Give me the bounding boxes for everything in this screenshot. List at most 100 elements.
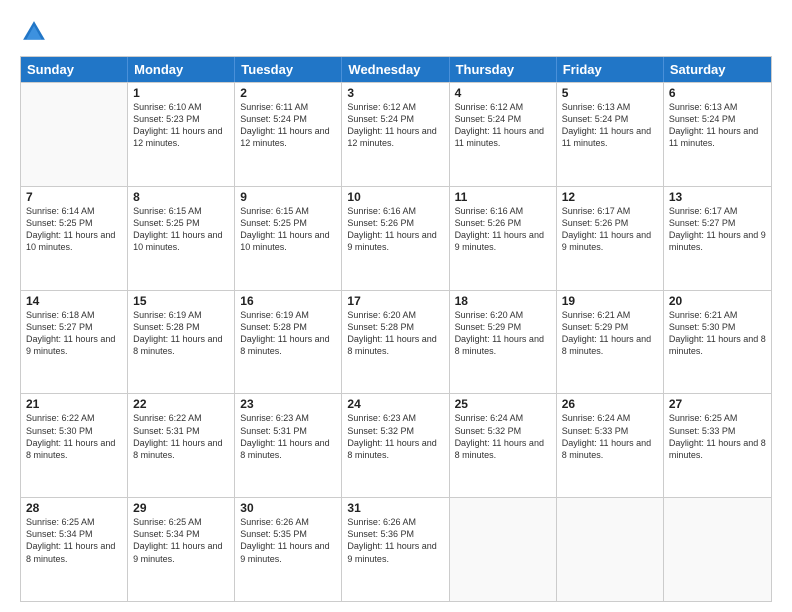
calendar-day-24: 24Sunrise: 6:23 AMSunset: 5:32 PMDayligh…	[342, 394, 449, 497]
calendar-day-17: 17Sunrise: 6:20 AMSunset: 5:28 PMDayligh…	[342, 291, 449, 394]
day-info: Sunrise: 6:26 AMSunset: 5:35 PMDaylight:…	[240, 516, 336, 565]
day-info: Sunrise: 6:23 AMSunset: 5:32 PMDaylight:…	[347, 412, 443, 461]
calendar-day-20: 20Sunrise: 6:21 AMSunset: 5:30 PMDayligh…	[664, 291, 771, 394]
header-day-monday: Monday	[128, 57, 235, 82]
day-info: Sunrise: 6:11 AMSunset: 5:24 PMDaylight:…	[240, 101, 336, 150]
day-info: Sunrise: 6:18 AMSunset: 5:27 PMDaylight:…	[26, 309, 122, 358]
day-number: 18	[455, 294, 551, 308]
calendar-day-30: 30Sunrise: 6:26 AMSunset: 5:35 PMDayligh…	[235, 498, 342, 601]
day-number: 24	[347, 397, 443, 411]
day-number: 13	[669, 190, 766, 204]
day-info: Sunrise: 6:23 AMSunset: 5:31 PMDaylight:…	[240, 412, 336, 461]
day-number: 10	[347, 190, 443, 204]
day-number: 16	[240, 294, 336, 308]
calendar-day-empty	[664, 498, 771, 601]
day-number: 4	[455, 86, 551, 100]
day-info: Sunrise: 6:12 AMSunset: 5:24 PMDaylight:…	[455, 101, 551, 150]
header-day-sunday: Sunday	[21, 57, 128, 82]
calendar-day-23: 23Sunrise: 6:23 AMSunset: 5:31 PMDayligh…	[235, 394, 342, 497]
day-info: Sunrise: 6:19 AMSunset: 5:28 PMDaylight:…	[133, 309, 229, 358]
header	[20, 18, 772, 46]
day-number: 9	[240, 190, 336, 204]
calendar-day-10: 10Sunrise: 6:16 AMSunset: 5:26 PMDayligh…	[342, 187, 449, 290]
day-number: 14	[26, 294, 122, 308]
calendar-day-22: 22Sunrise: 6:22 AMSunset: 5:31 PMDayligh…	[128, 394, 235, 497]
logo-icon	[20, 18, 48, 46]
calendar: SundayMondayTuesdayWednesdayThursdayFrid…	[20, 56, 772, 602]
calendar-day-7: 7Sunrise: 6:14 AMSunset: 5:25 PMDaylight…	[21, 187, 128, 290]
day-number: 8	[133, 190, 229, 204]
header-day-wednesday: Wednesday	[342, 57, 449, 82]
day-number: 2	[240, 86, 336, 100]
day-number: 15	[133, 294, 229, 308]
calendar-day-5: 5Sunrise: 6:13 AMSunset: 5:24 PMDaylight…	[557, 83, 664, 186]
day-info: Sunrise: 6:13 AMSunset: 5:24 PMDaylight:…	[669, 101, 766, 150]
calendar-day-3: 3Sunrise: 6:12 AMSunset: 5:24 PMDaylight…	[342, 83, 449, 186]
day-info: Sunrise: 6:17 AMSunset: 5:27 PMDaylight:…	[669, 205, 766, 254]
calendar-week-1: 1Sunrise: 6:10 AMSunset: 5:23 PMDaylight…	[21, 82, 771, 186]
calendar-day-13: 13Sunrise: 6:17 AMSunset: 5:27 PMDayligh…	[664, 187, 771, 290]
day-info: Sunrise: 6:22 AMSunset: 5:30 PMDaylight:…	[26, 412, 122, 461]
calendar-day-25: 25Sunrise: 6:24 AMSunset: 5:32 PMDayligh…	[450, 394, 557, 497]
day-number: 1	[133, 86, 229, 100]
calendar-day-2: 2Sunrise: 6:11 AMSunset: 5:24 PMDaylight…	[235, 83, 342, 186]
calendar-week-4: 21Sunrise: 6:22 AMSunset: 5:30 PMDayligh…	[21, 393, 771, 497]
day-number: 20	[669, 294, 766, 308]
day-info: Sunrise: 6:21 AMSunset: 5:29 PMDaylight:…	[562, 309, 658, 358]
calendar-day-11: 11Sunrise: 6:16 AMSunset: 5:26 PMDayligh…	[450, 187, 557, 290]
day-info: Sunrise: 6:15 AMSunset: 5:25 PMDaylight:…	[240, 205, 336, 254]
calendar-day-31: 31Sunrise: 6:26 AMSunset: 5:36 PMDayligh…	[342, 498, 449, 601]
day-number: 26	[562, 397, 658, 411]
day-info: Sunrise: 6:15 AMSunset: 5:25 PMDaylight:…	[133, 205, 229, 254]
calendar-week-3: 14Sunrise: 6:18 AMSunset: 5:27 PMDayligh…	[21, 290, 771, 394]
calendar-day-18: 18Sunrise: 6:20 AMSunset: 5:29 PMDayligh…	[450, 291, 557, 394]
day-number: 29	[133, 501, 229, 515]
calendar-header: SundayMondayTuesdayWednesdayThursdayFrid…	[21, 57, 771, 82]
calendar-week-2: 7Sunrise: 6:14 AMSunset: 5:25 PMDaylight…	[21, 186, 771, 290]
day-number: 21	[26, 397, 122, 411]
calendar-day-29: 29Sunrise: 6:25 AMSunset: 5:34 PMDayligh…	[128, 498, 235, 601]
calendar-day-27: 27Sunrise: 6:25 AMSunset: 5:33 PMDayligh…	[664, 394, 771, 497]
header-day-tuesday: Tuesday	[235, 57, 342, 82]
calendar-day-9: 9Sunrise: 6:15 AMSunset: 5:25 PMDaylight…	[235, 187, 342, 290]
header-day-friday: Friday	[557, 57, 664, 82]
day-info: Sunrise: 6:24 AMSunset: 5:32 PMDaylight:…	[455, 412, 551, 461]
day-number: 28	[26, 501, 122, 515]
day-info: Sunrise: 6:17 AMSunset: 5:26 PMDaylight:…	[562, 205, 658, 254]
day-number: 31	[347, 501, 443, 515]
day-number: 5	[562, 86, 658, 100]
day-number: 19	[562, 294, 658, 308]
day-info: Sunrise: 6:10 AMSunset: 5:23 PMDaylight:…	[133, 101, 229, 150]
day-info: Sunrise: 6:13 AMSunset: 5:24 PMDaylight:…	[562, 101, 658, 150]
day-info: Sunrise: 6:25 AMSunset: 5:33 PMDaylight:…	[669, 412, 766, 461]
day-info: Sunrise: 6:16 AMSunset: 5:26 PMDaylight:…	[455, 205, 551, 254]
day-info: Sunrise: 6:14 AMSunset: 5:25 PMDaylight:…	[26, 205, 122, 254]
calendar-body: 1Sunrise: 6:10 AMSunset: 5:23 PMDaylight…	[21, 82, 771, 601]
calendar-day-26: 26Sunrise: 6:24 AMSunset: 5:33 PMDayligh…	[557, 394, 664, 497]
calendar-day-8: 8Sunrise: 6:15 AMSunset: 5:25 PMDaylight…	[128, 187, 235, 290]
calendar-day-4: 4Sunrise: 6:12 AMSunset: 5:24 PMDaylight…	[450, 83, 557, 186]
day-info: Sunrise: 6:26 AMSunset: 5:36 PMDaylight:…	[347, 516, 443, 565]
calendar-day-15: 15Sunrise: 6:19 AMSunset: 5:28 PMDayligh…	[128, 291, 235, 394]
day-number: 3	[347, 86, 443, 100]
day-number: 17	[347, 294, 443, 308]
day-info: Sunrise: 6:20 AMSunset: 5:29 PMDaylight:…	[455, 309, 551, 358]
calendar-day-empty	[450, 498, 557, 601]
day-number: 25	[455, 397, 551, 411]
calendar-day-6: 6Sunrise: 6:13 AMSunset: 5:24 PMDaylight…	[664, 83, 771, 186]
day-info: Sunrise: 6:21 AMSunset: 5:30 PMDaylight:…	[669, 309, 766, 358]
day-info: Sunrise: 6:12 AMSunset: 5:24 PMDaylight:…	[347, 101, 443, 150]
calendar-day-empty	[21, 83, 128, 186]
calendar-day-21: 21Sunrise: 6:22 AMSunset: 5:30 PMDayligh…	[21, 394, 128, 497]
day-number: 12	[562, 190, 658, 204]
page: SundayMondayTuesdayWednesdayThursdayFrid…	[0, 0, 792, 612]
calendar-day-1: 1Sunrise: 6:10 AMSunset: 5:23 PMDaylight…	[128, 83, 235, 186]
calendar-day-16: 16Sunrise: 6:19 AMSunset: 5:28 PMDayligh…	[235, 291, 342, 394]
day-number: 27	[669, 397, 766, 411]
day-number: 22	[133, 397, 229, 411]
day-info: Sunrise: 6:20 AMSunset: 5:28 PMDaylight:…	[347, 309, 443, 358]
calendar-day-19: 19Sunrise: 6:21 AMSunset: 5:29 PMDayligh…	[557, 291, 664, 394]
day-number: 7	[26, 190, 122, 204]
day-info: Sunrise: 6:16 AMSunset: 5:26 PMDaylight:…	[347, 205, 443, 254]
day-number: 11	[455, 190, 551, 204]
